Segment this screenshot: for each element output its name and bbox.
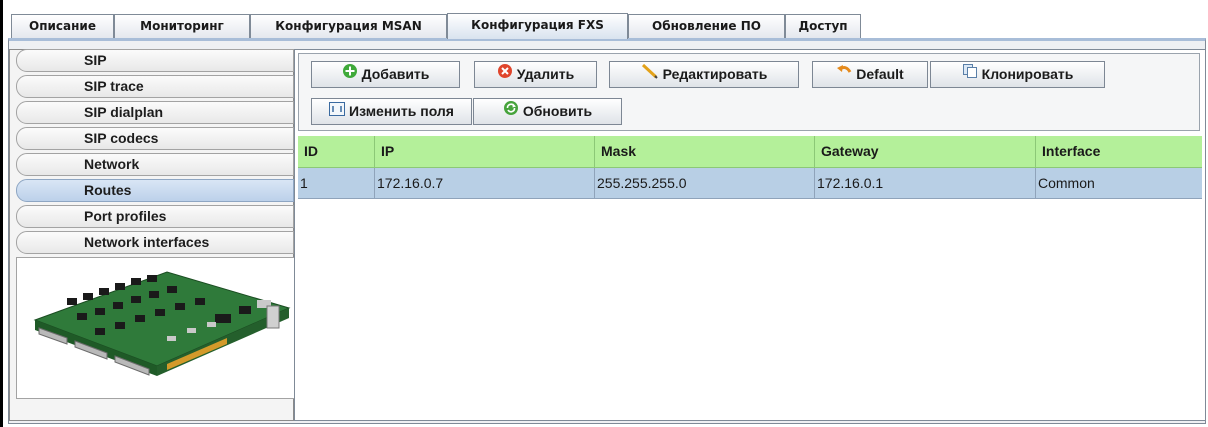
window-left-edge: [0, 0, 3, 427]
cell-interface: Common: [1038, 175, 1095, 191]
table-empty-area: [298, 199, 1202, 417]
delete-button[interactable]: Удалить: [474, 61, 597, 88]
copy-pages-icon: [962, 62, 978, 87]
tab-fxs-config[interactable]: Конфигурация FXS: [447, 13, 628, 39]
change-fields-button[interactable]: Изменить поля: [311, 98, 472, 125]
refresh-icon: [503, 99, 519, 124]
tab-monitoring[interactable]: Мониторинг: [114, 14, 250, 38]
clone-button[interactable]: Клонировать: [930, 61, 1105, 88]
sidebar: SIP SIP trace SIP dialplan SIP codecs Ne…: [9, 49, 296, 421]
tab-firmware-update[interactable]: Обновление ПО: [628, 14, 785, 38]
column-header-interface[interactable]: Interface: [1036, 136, 1202, 167]
cell-ip: 172.16.0.7: [375, 168, 595, 198]
sidebar-item-network[interactable]: Network: [16, 153, 294, 176]
sidebar-item-port-profiles[interactable]: Port profiles: [16, 205, 294, 228]
plus-circle-icon: [342, 62, 358, 87]
delete-button-label: Удалить: [516, 66, 575, 82]
pencil-icon: [641, 62, 659, 87]
edit-button[interactable]: Редактировать: [609, 61, 799, 88]
default-button[interactable]: Default: [812, 61, 928, 88]
sidebar-item-routes[interactable]: Routes: [16, 179, 294, 202]
refresh-button-label: Обновить: [522, 103, 593, 119]
circuit-board-image: [33, 271, 291, 376]
sidebar-item-network-interfaces[interactable]: Network interfaces: [16, 231, 294, 254]
cell-gateway: 172.16.0.1: [815, 168, 1036, 198]
default-button-label: Default: [856, 66, 904, 82]
column-header-ip[interactable]: IP: [375, 136, 595, 167]
sidebar-item-sip-dialplan[interactable]: SIP dialplan: [16, 101, 294, 124]
table-row[interactable]: 1 172.16.0.7 255.255.255.0 172.16.0.1 Co…: [298, 168, 1202, 199]
x-circle-icon: [497, 62, 513, 87]
sidebar-item-sip[interactable]: SIP: [16, 49, 294, 72]
tab-access[interactable]: Доступ: [785, 14, 861, 38]
add-button[interactable]: Добавить: [311, 61, 460, 88]
sidebar-item-sip-codecs[interactable]: SIP codecs: [16, 127, 294, 150]
change-fields-button-label: Изменить поля: [349, 103, 454, 119]
clone-button-label: Клонировать: [981, 66, 1074, 82]
edit-button-label: Редактировать: [662, 66, 768, 82]
columns-icon: [329, 99, 346, 124]
refresh-button[interactable]: Обновить: [473, 98, 622, 125]
cell-mask: 255.255.255.0: [595, 168, 815, 198]
cell-id: 1: [298, 168, 375, 198]
column-header-id[interactable]: ID: [298, 136, 375, 167]
undo-arrow-icon: [836, 62, 852, 87]
tab-msan-config[interactable]: Конфигурация MSAN: [250, 14, 447, 38]
tab-description[interactable]: Описание: [11, 14, 114, 38]
routes-table-header: ID IP Mask Gateway Interface: [298, 136, 1202, 168]
device-board-image: [16, 257, 296, 399]
sidebar-item-sip-trace[interactable]: SIP trace: [16, 75, 294, 98]
toolbar: Добавить Удалить Редактировать Default К…: [298, 53, 1200, 131]
column-header-mask[interactable]: Mask: [595, 136, 815, 167]
column-header-gateway[interactable]: Gateway: [815, 136, 1036, 167]
add-button-label: Добавить: [361, 66, 430, 82]
